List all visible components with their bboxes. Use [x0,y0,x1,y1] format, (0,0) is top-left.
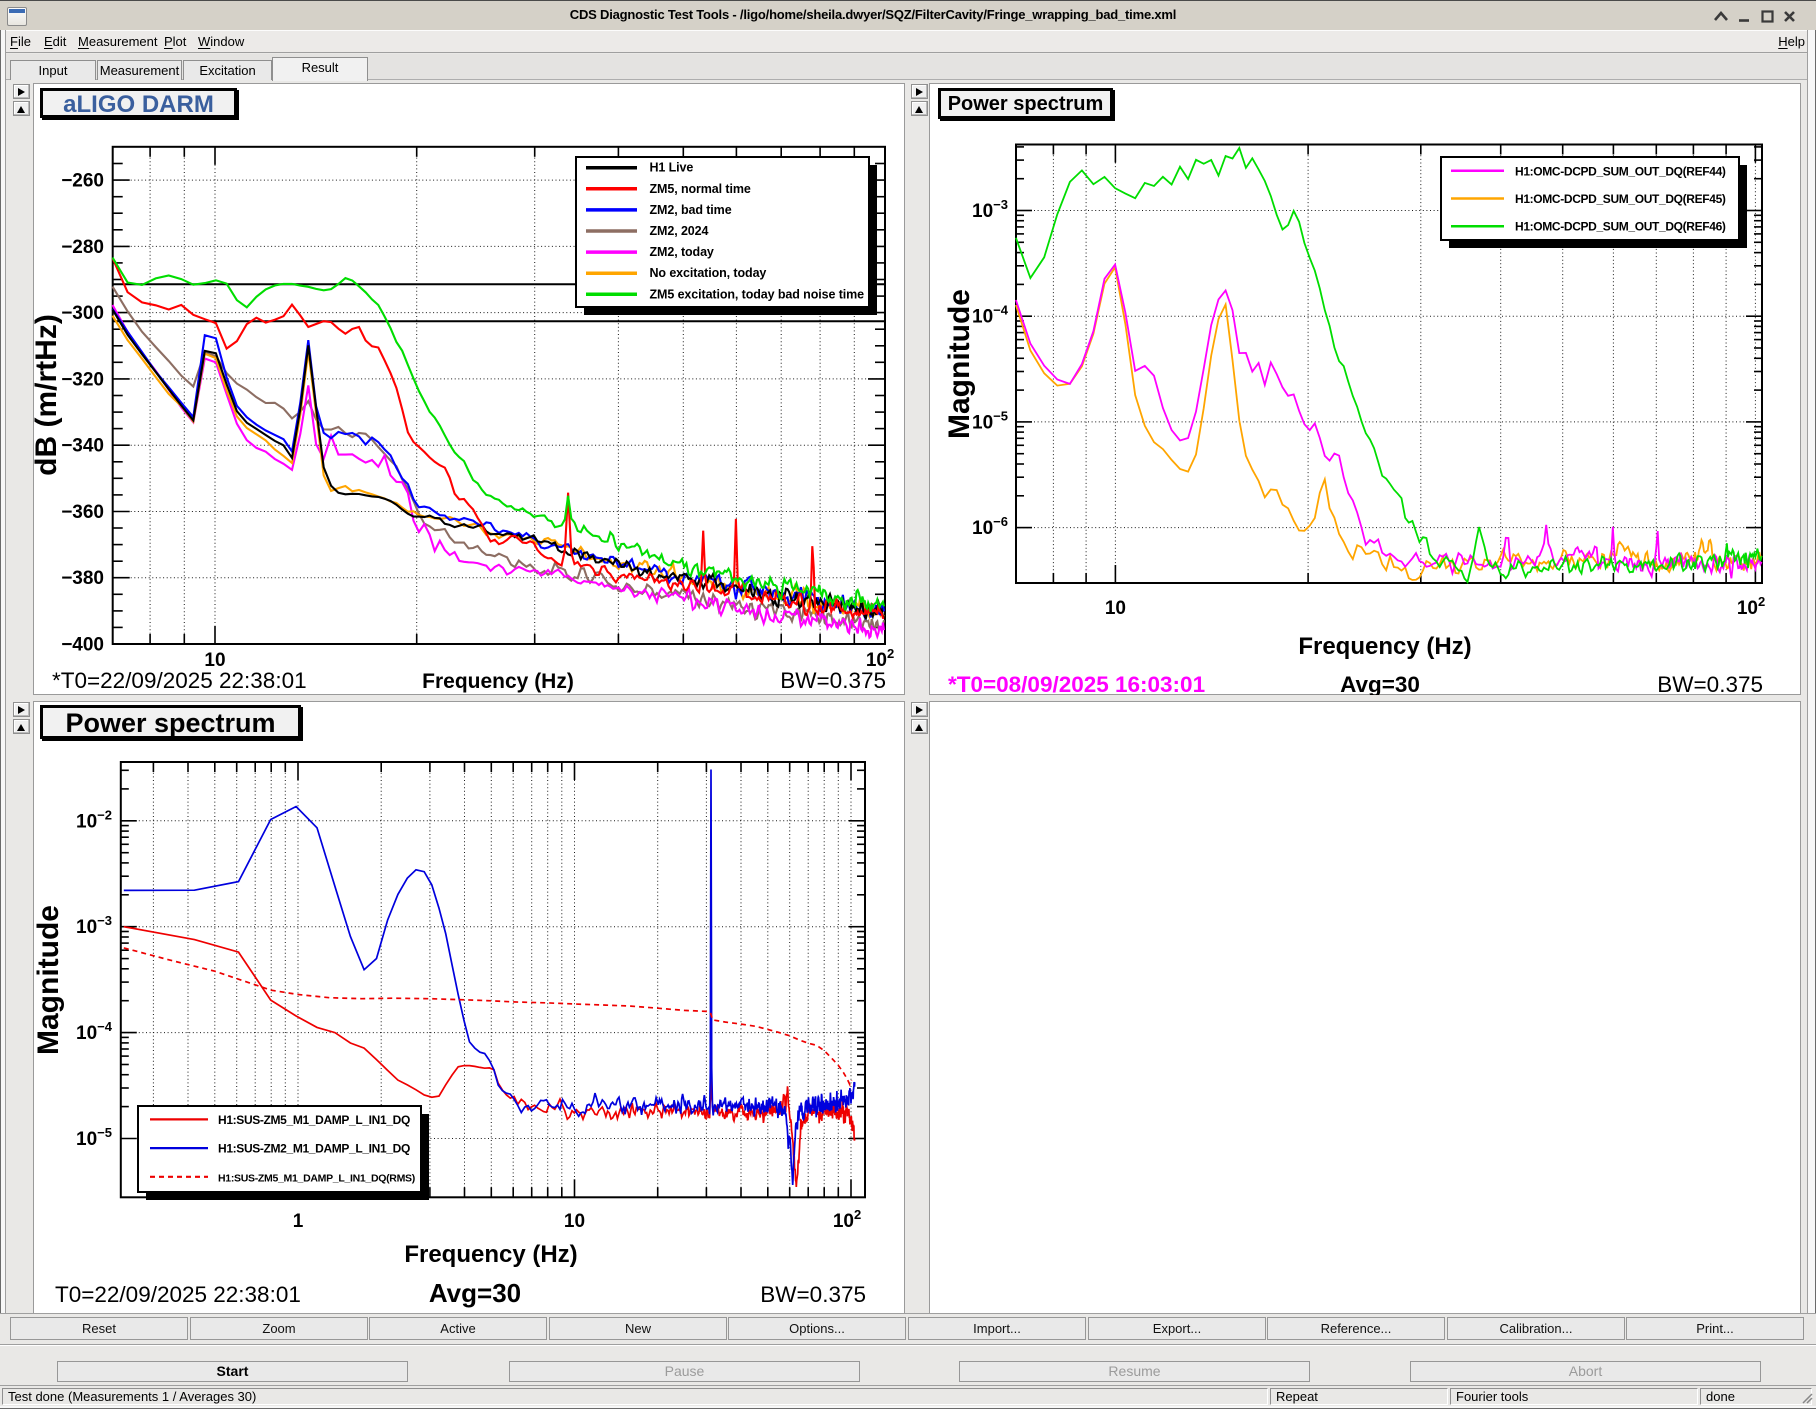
svg-text:Avg=30: Avg=30 [1340,672,1420,695]
svg-text:10−3: 10−3 [972,197,1008,222]
svg-text:T0=22/09/2025 22:38:01: T0=22/09/2025 22:38:01 [55,1282,301,1307]
svg-text:10−6: 10−6 [972,514,1008,539]
svg-text:10: 10 [564,1211,585,1232]
svg-text:*T0=08/09/2025 16:03:01: *T0=08/09/2025 16:03:01 [948,672,1205,695]
svg-text:H1:OMC-DCPD_SUM_OUT_DQ(REF44): H1:OMC-DCPD_SUM_OUT_DQ(REF44) [1515,164,1726,178]
svg-text:−260: −260 [61,171,104,192]
svg-text:BW=0.375: BW=0.375 [1657,672,1763,695]
svg-text:Frequency (Hz): Frequency (Hz) [1298,633,1471,660]
svg-text:102: 102 [833,1207,861,1232]
svg-text:10−4: 10−4 [76,1019,113,1044]
svg-text:10−5: 10−5 [76,1125,112,1150]
svg-text:H1:SUS-ZM5_M1_DAMP_L_IN1_DQ: H1:SUS-ZM5_M1_DAMP_L_IN1_DQ [218,1113,410,1127]
svg-text:ZM5 excitation, today bad nois: ZM5 excitation, today bad noise time [650,287,865,301]
svg-text:Frequency (Hz): Frequency (Hz) [422,670,574,693]
svg-text:Magnitude: Magnitude [943,289,976,439]
svg-text:−360: −360 [61,502,104,523]
svg-text:Frequency (Hz): Frequency (Hz) [404,1241,577,1268]
svg-text:10−4: 10−4 [972,303,1009,328]
svg-text:−280: −280 [61,237,104,258]
svg-text:H1:OMC-DCPD_SUM_OUT_DQ(REF45): H1:OMC-DCPD_SUM_OUT_DQ(REF45) [1515,192,1726,206]
svg-text:H1 Live: H1 Live [650,161,694,175]
svg-text:−380: −380 [61,568,104,589]
svg-text:ZM2, today: ZM2, today [650,245,714,259]
svg-text:H1:SUS-ZM5_M1_DAMP_L_IN1_DQ(RM: H1:SUS-ZM5_M1_DAMP_L_IN1_DQ(RMS) [218,1172,415,1184]
svg-text:10−2: 10−2 [76,807,112,832]
svg-text:−340: −340 [61,436,104,457]
svg-text:−320: −320 [61,369,104,390]
svg-text:ZM5, normal time: ZM5, normal time [650,182,751,196]
svg-text:10−5: 10−5 [972,408,1008,433]
svg-text:H1:OMC-DCPD_SUM_OUT_DQ(REF46): H1:OMC-DCPD_SUM_OUT_DQ(REF46) [1515,220,1726,234]
svg-text:−300: −300 [61,303,104,324]
svg-text:BW=0.375: BW=0.375 [760,1282,866,1307]
svg-text:Magnitude: Magnitude [34,905,65,1055]
svg-text:10: 10 [1105,598,1126,619]
svg-text:No excitation, today: No excitation, today [650,266,767,280]
svg-text:1: 1 [293,1211,304,1232]
svg-text:*T0=22/09/2025 22:38:01: *T0=22/09/2025 22:38:01 [52,668,307,693]
svg-text:10−3: 10−3 [76,913,112,938]
svg-text:BW=0.375: BW=0.375 [780,668,886,693]
svg-text:ZM2, bad time: ZM2, bad time [650,203,732,217]
svg-text:Avg=30: Avg=30 [429,1278,521,1308]
svg-text:dB (m/rtHz): dB (m/rtHz) [34,314,63,476]
svg-text:−400: −400 [61,635,104,656]
svg-text:ZM2, 2024: ZM2, 2024 [650,224,709,238]
svg-text:H1:SUS-ZM2_M1_DAMP_L_IN1_DQ: H1:SUS-ZM2_M1_DAMP_L_IN1_DQ [218,1142,410,1156]
svg-text:102: 102 [1737,594,1765,619]
